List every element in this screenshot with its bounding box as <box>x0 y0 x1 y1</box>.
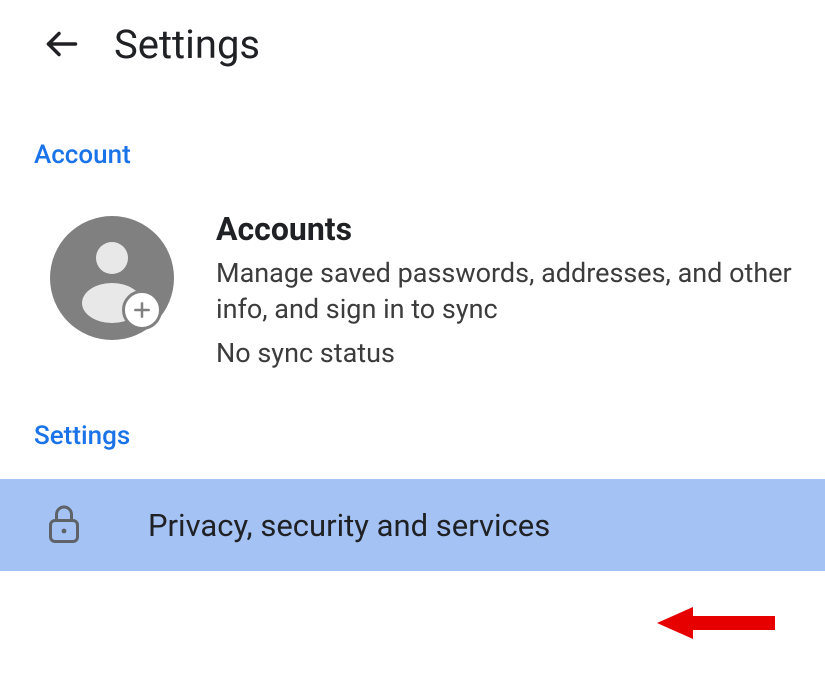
page-title: Settings <box>114 21 260 68</box>
avatar-plus-badge <box>122 290 162 330</box>
avatar <box>50 216 174 340</box>
accounts-sync-status: No sync status <box>216 337 795 369</box>
accounts-title: Accounts <box>216 210 795 248</box>
menu-item-privacy[interactable]: Privacy, security and services <box>0 479 825 571</box>
annotation-arrow-icon <box>657 601 777 645</box>
plus-icon <box>132 300 152 320</box>
lock-icon <box>46 503 106 547</box>
section-header-settings: Settings <box>0 369 825 479</box>
accounts-description: Manage saved passwords, addresses, and o… <box>216 256 795 327</box>
menu-item-privacy-label: Privacy, security and services <box>148 507 550 544</box>
back-arrow-icon <box>44 26 80 62</box>
back-button[interactable] <box>38 20 86 68</box>
header-bar: Settings <box>0 0 825 82</box>
accounts-row[interactable]: Accounts Manage saved passwords, address… <box>0 192 825 369</box>
section-header-account: Account <box>0 82 825 192</box>
accounts-text-block: Accounts Manage saved passwords, address… <box>216 210 795 369</box>
